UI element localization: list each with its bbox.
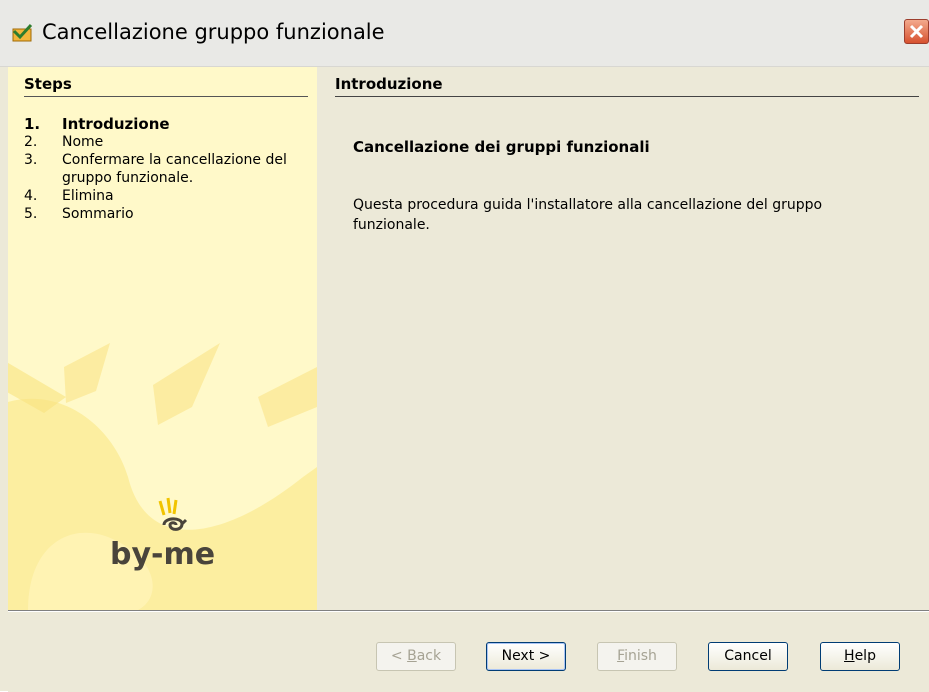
app-icon — [12, 23, 33, 42]
wizard-window: Cancellazione gruppo funzionale Steps 1.… — [0, 0, 929, 692]
brand-name: by-me — [110, 537, 216, 572]
button-bar: < Back Next > Finish Cancel Help — [8, 610, 929, 692]
step-sommario: 5. Sommario — [24, 206, 134, 222]
finish-button[interactable]: Finish — [597, 642, 677, 671]
close-icon — [909, 24, 924, 39]
close-button[interactable] — [904, 19, 929, 44]
title-bar: Cancellazione gruppo funzionale — [0, 0, 929, 67]
step-conferma: 3. Confermare la cancellazione del gruppo… — [24, 152, 287, 186]
description-text: Questa procedura guida l'installatore al… — [353, 197, 823, 233]
steps-panel: Steps 1. Introduzione 2. Nome 3. Confermare… — [8, 67, 317, 610]
step-nome: 2. Nome — [24, 134, 104, 150]
next-button[interactable]: Next > — [486, 642, 566, 671]
step-elimina: 4. Elimina — [24, 188, 114, 204]
steps-divider — [24, 96, 308, 97]
step-introduzione: 1. Introduzione — [24, 115, 170, 133]
window-title: Cancellazione gruppo funzionale — [42, 20, 385, 44]
page-title: Introduzione — [335, 75, 443, 93]
brand-logo: by-me — [110, 497, 260, 577]
content-panel: Introduzione Cancellazione dei gruppi fu… — [317, 67, 929, 610]
steps-list: 1. Introduzione 2. Nome 3. Confermare la ca… — [24, 115, 314, 223]
page-title-divider — [335, 96, 919, 97]
back-button[interactable]: < Back — [376, 642, 456, 671]
cancel-button[interactable]: Cancel — [708, 642, 788, 671]
help-button[interactable]: Help — [820, 642, 900, 671]
spiral-logo-icon — [158, 497, 188, 531]
steps-heading: Steps — [24, 75, 72, 93]
section-title: Cancellazione dei gruppi funzionali — [353, 138, 650, 156]
